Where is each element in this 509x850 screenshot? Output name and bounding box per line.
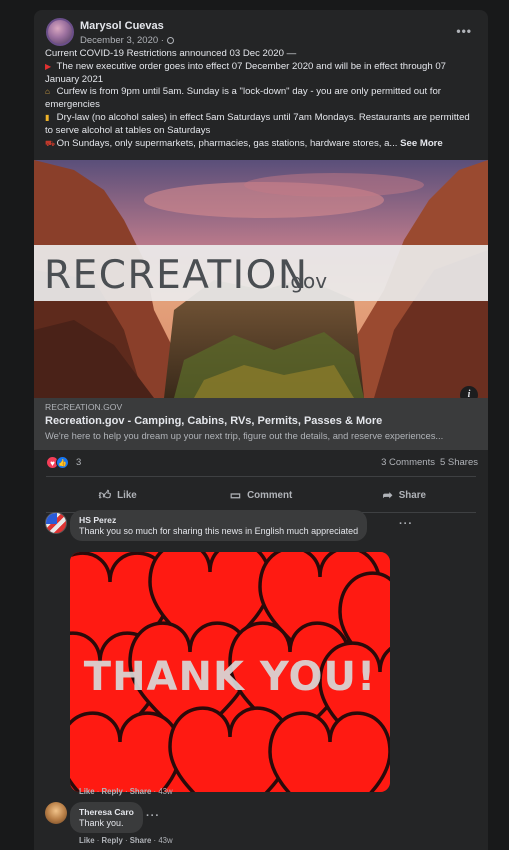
comment-button[interactable]: ▭ Comment — [189, 480, 332, 510]
comment-time[interactable]: 43w — [158, 836, 172, 845]
comment-text: Thank you so much for sharing this news … — [79, 526, 359, 536]
comment-share-link[interactable]: Share — [130, 787, 152, 796]
info-icon[interactable]: i — [460, 386, 478, 398]
share-button[interactable]: ➦ Share — [333, 480, 476, 510]
like-label: Like — [117, 489, 137, 501]
post-line: ⌂ Curfew is from 9pm until 5am. Sunday i… — [45, 86, 442, 111]
commenter-avatar[interactable] — [45, 802, 67, 824]
see-more-link[interactable]: See More — [400, 138, 443, 149]
more-horizontal-icon[interactable]: ••• — [456, 24, 472, 38]
more-horizontal-icon[interactable]: ··· — [399, 518, 413, 530]
comment-text: Thank you. — [79, 818, 124, 828]
divider — [46, 476, 476, 477]
red-flag-icon: ▶ — [45, 61, 52, 71]
commenter-avatar[interactable] — [45, 512, 67, 534]
comments-count[interactable]: 3 Comments — [381, 457, 435, 468]
link-preview-image[interactable]: RECREATION .gov i — [34, 160, 488, 398]
comment-like-link[interactable]: Like — [79, 787, 95, 796]
link-caption[interactable]: RECREATION.GOV Recreation.gov - Camping,… — [34, 398, 488, 450]
comment-reply-link[interactable]: Reply — [102, 787, 123, 796]
post-line: ▮ Dry-law (no alcohol sales) in effect 5… — [45, 111, 470, 136]
link-description: We're here to help you dream up your nex… — [45, 430, 444, 441]
post-line: ⛟ On Sundays, only supermarkets, pharmac… — [45, 137, 443, 149]
post-date[interactable]: December 3, 2020 · — [80, 35, 164, 46]
like-reaction-icon: 👍 — [56, 456, 69, 469]
post-meta: December 3, 2020 · — [80, 35, 174, 46]
link-domain: RECREATION.GOV — [45, 402, 123, 412]
more-horizontal-icon[interactable]: ··· — [146, 810, 160, 822]
reactions-bar: ♥ 👍 3 3 Comments 5 Shares — [46, 456, 478, 472]
thumbs-up-icon: 👍︎ — [98, 487, 112, 502]
author-name[interactable]: Marysol Cuevas — [80, 20, 164, 32]
comment-time[interactable]: 43w — [158, 787, 172, 796]
cart-icon: ⛟ — [45, 138, 56, 148]
commenter-name[interactable]: HS Perez — [79, 515, 358, 525]
recreation-logo-band: RECREATION .gov — [34, 245, 488, 301]
beer-icon: ▮ — [45, 112, 50, 122]
post-text: Current COVID-19 Restrictions announced … — [45, 48, 473, 150]
comment-label: Comment — [247, 489, 293, 501]
recreation-logo: RECREATION — [44, 253, 309, 298]
thank-you-text: THANK YOU! — [84, 654, 376, 700]
recreation-logo-suffix: .gov — [284, 269, 328, 293]
comment-icon: ▭ — [229, 488, 242, 502]
comment-actions: Like · Reply · Share · 43w — [79, 787, 173, 796]
like-button[interactable]: 👍︎ Like — [46, 480, 189, 510]
commenter-name[interactable]: Theresa Caro — [79, 807, 134, 817]
post-line: Current COVID-19 Restrictions announced … — [45, 48, 297, 59]
engagement-counts: 3 Comments 5 Shares — [381, 457, 478, 468]
post-card: Marysol Cuevas December 3, 2020 · ••• Cu… — [34, 10, 488, 850]
comment-share-link[interactable]: Share — [130, 836, 152, 845]
comment-reply-link[interactable]: Reply — [102, 836, 123, 845]
share-icon: ➦ — [382, 488, 393, 502]
reaction-icons[interactable]: ♥ 👍 — [46, 456, 69, 469]
reaction-count[interactable]: 3 — [76, 457, 81, 468]
hearts-illustration: THANK YOU! — [70, 552, 390, 792]
comment-image[interactable]: THANK YOU! — [70, 552, 390, 792]
post-header: Marysol Cuevas December 3, 2020 · ••• — [46, 18, 476, 48]
post-actions: 👍︎ Like ▭ Comment ➦ Share — [46, 480, 476, 510]
comment-bubble: HS Perez Thank you so much for sharing t… — [70, 510, 368, 541]
comment-bubble: Theresa Caro Thank you. — [70, 802, 143, 833]
globe-icon — [166, 37, 174, 44]
post-line: ▶ The new executive order goes into effe… — [45, 60, 447, 85]
comment-like-link[interactable]: Like — [79, 836, 95, 845]
comment-actions: Like · Reply · Share · 43w — [79, 836, 173, 845]
shares-count[interactable]: 5 Shares — [440, 457, 478, 468]
author-avatar[interactable] — [46, 18, 74, 46]
house-icon: ⌂ — [45, 87, 50, 97]
share-label: Share — [398, 489, 426, 501]
link-title[interactable]: Recreation.gov - Camping, Cabins, RVs, P… — [45, 415, 477, 427]
